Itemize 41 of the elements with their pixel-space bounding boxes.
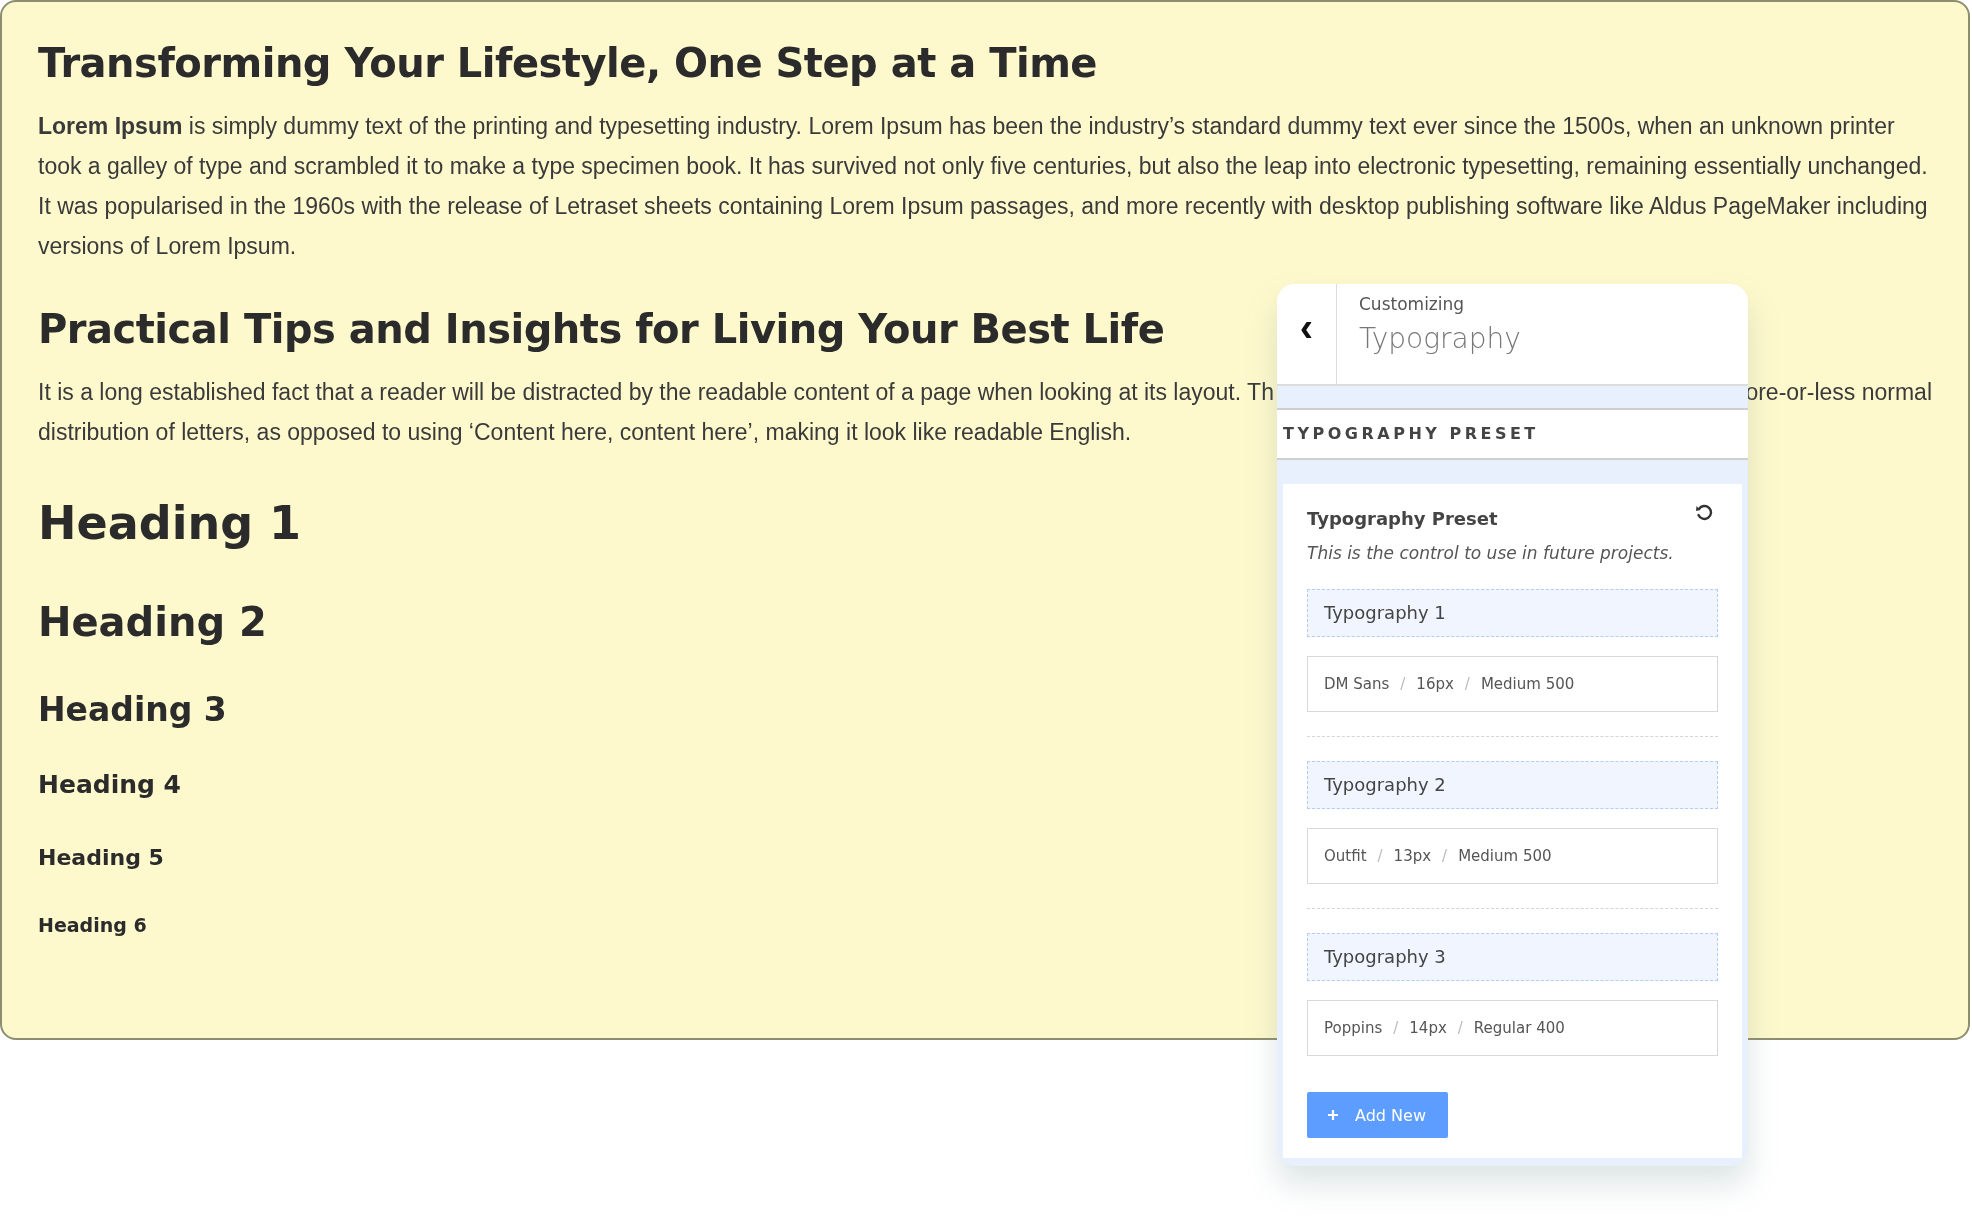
section-heading: TYPOGRAPHY PRESET: [1277, 408, 1748, 460]
reset-icon[interactable]: [1694, 502, 1714, 522]
separator-slash: /: [1457, 1019, 1463, 1037]
heading-sample: Heading 5: [38, 845, 164, 870]
preset-name-field[interactable]: Typography 3: [1307, 933, 1718, 981]
heading-sample: Heading 6: [38, 914, 147, 936]
preset-summary-field[interactable]: Outfit / 13px / Medium 500: [1307, 828, 1718, 884]
heading-sample: Heading 1: [38, 496, 302, 550]
preset-summary-field[interactable]: Poppins / 14px / Regular 400: [1307, 1000, 1718, 1056]
preset-summary-field[interactable]: DM Sans / 16px / Medium 500: [1307, 656, 1718, 712]
plus-icon: [1327, 1109, 1339, 1121]
heading-sample: Heading 4: [38, 770, 181, 799]
paragraph-text: It is a long established fact that a reader will be distracted by the readable content of a page when looking at its layout. Th: [38, 378, 1275, 407]
heading-sample: Heading 2: [38, 599, 267, 645]
panel-eyebrow: Customizing: [1359, 294, 1466, 314]
summary-value: Poppins: [1324, 1019, 1383, 1037]
control-label: Typography Preset: [1307, 508, 1498, 529]
summary-value: Medium 500: [1480, 675, 1575, 693]
separator-slash: /: [1464, 675, 1470, 693]
paragraph-text: distribution of letters, as opposed to using ‘Content here, content here’, making it look like readable English.: [38, 418, 1132, 447]
back-button[interactable]: ‹: [1277, 284, 1337, 384]
preset-name-field[interactable]: Typography 1: [1307, 589, 1718, 637]
article-subtitle: Practical Tips and Insights for Living Your Best Life: [38, 306, 1165, 352]
summary-value: Regular 400: [1473, 1019, 1565, 1037]
control-description: This is the control to use in future projects.: [1307, 543, 1675, 563]
paragraph-text: ore-or-less normal: [1745, 378, 1932, 407]
preset-name-field[interactable]: Typography 2: [1307, 761, 1718, 809]
article-title: Transforming Your Lifestyle, One Step at a Time: [38, 40, 1097, 86]
separator-slash: /: [1400, 675, 1406, 693]
panel-title: Typography: [1359, 322, 1521, 355]
separator-slash: /: [1442, 847, 1448, 865]
summary-value: Medium 500: [1458, 847, 1552, 865]
summary-value: 14px: [1409, 1019, 1447, 1037]
separator-slash: /: [1393, 1019, 1399, 1037]
intro-paragraph: Lorem Ipsum is simply dummy text of the printing and typesetting industry. Lorem Ipsum has been the industry’s standard dummy text ever since the 1500s, when an unknown printer took a galley of type and scrambled it to make a type specimen book. It has survived not only five centuries, but also the leap into electronic typesetting, remaining essentially unchanged. It was popularised in the 1960s with the release of Letraset sheets containing Lorem Ipsum passages, and more recently with desktop publishing software like Aldus PageMaker including versions of Lorem Ipsum.: [38, 112, 1929, 261]
separator-slash: /: [1377, 847, 1383, 865]
summary-value: 16px: [1416, 675, 1454, 693]
summary-value: DM Sans: [1324, 675, 1390, 693]
heading-sample: Heading 3: [38, 690, 227, 729]
summary-value: 13px: [1393, 847, 1432, 865]
summary-value: Outfit: [1324, 847, 1367, 865]
